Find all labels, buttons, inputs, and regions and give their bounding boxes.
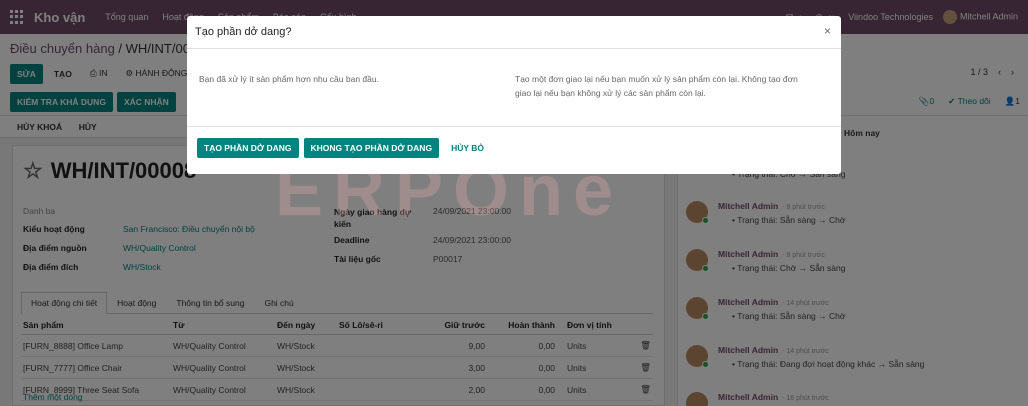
dialog-message: Bạn đã xử lý ít sản phẩm hơn nhu cầu ban… xyxy=(199,74,379,84)
dialog-footer: TẠO PHẦN DỞ DANG KHONG TẠO PHẦN DỞ DANG … xyxy=(197,138,491,158)
dialog-body: Bạn đã xử lý ít sản phẩm hơn nhu cầu ban… xyxy=(187,49,841,127)
dialog-header: Tạo phần dở dang? × xyxy=(187,16,841,49)
discard-button[interactable]: HỦY BỎ xyxy=(444,138,491,158)
create-backorder-button[interactable]: TẠO PHẦN DỞ DANG xyxy=(197,138,299,158)
backorder-dialog: Tạo phần dở dang? × Bạn đã xử lý ít sản … xyxy=(187,16,841,174)
close-icon[interactable]: × xyxy=(824,24,831,38)
dialog-title: Tạo phần dở dang? xyxy=(195,26,292,38)
dialog-explanation: Tạo một đơn giao lại nếu bạn muốn xử lý … xyxy=(515,74,798,98)
no-backorder-button[interactable]: KHONG TẠO PHẦN DỞ DANG xyxy=(303,138,440,158)
